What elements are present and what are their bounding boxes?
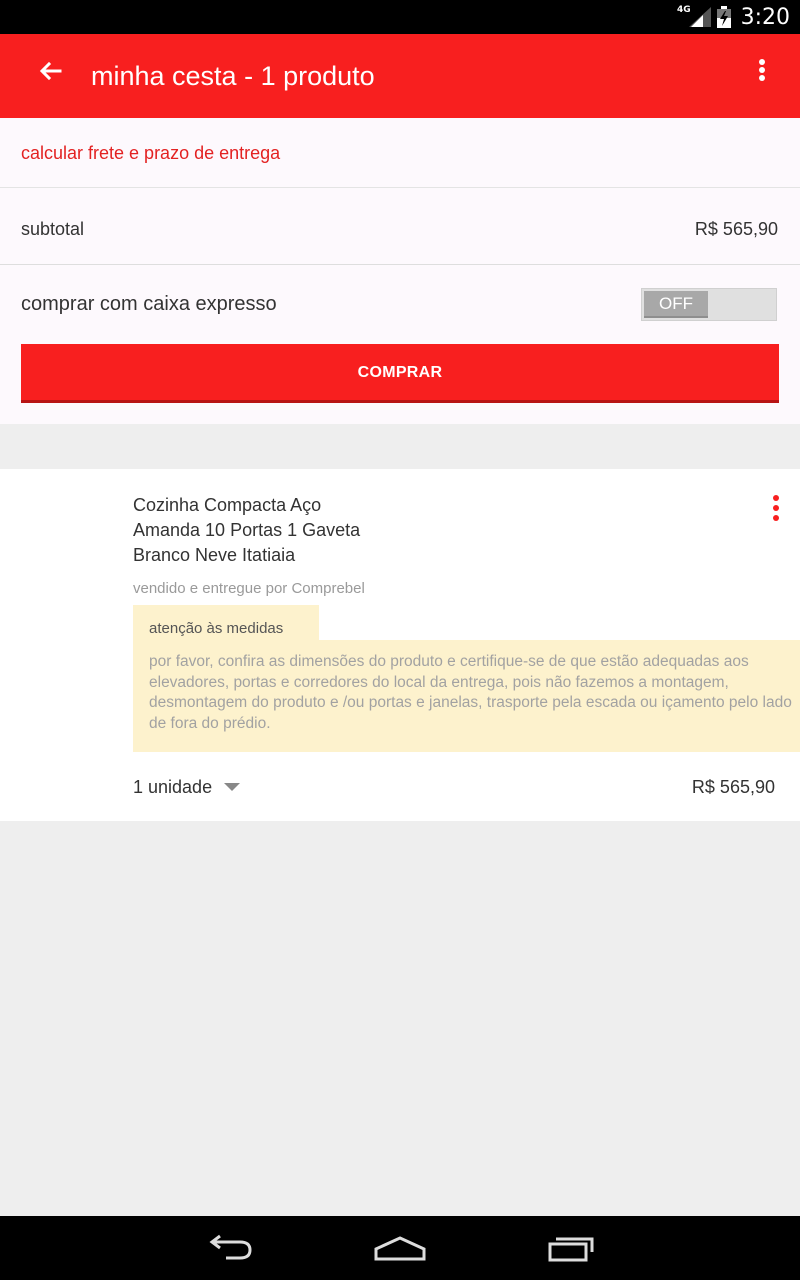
cart-item-card: Cozinha Compacta Aço Amanda 10 Portas 1 … [0, 469, 800, 821]
clock: 3:20 [740, 4, 790, 30]
page-title: minha cesta - 1 produto [91, 61, 375, 91]
system-nav-bar [0, 1216, 800, 1280]
app-bar: minha cesta - 1 produto [0, 34, 800, 118]
network-type-label: 4G [676, 5, 691, 15]
quantity-selector[interactable]: 1 unidade [133, 774, 241, 800]
product-name[interactable]: Cozinha Compacta Aço Amanda 10 Portas 1 … [133, 493, 693, 568]
more-vert-icon[interactable] [748, 56, 776, 88]
back-icon[interactable] [200, 1230, 260, 1266]
express-checkout-label: comprar com caixa expresso [21, 293, 277, 315]
recent-apps-icon[interactable] [540, 1230, 600, 1266]
seller-info: vendido e entregue por Comprebel [133, 580, 365, 597]
warning-box: por favor, confira as dimensões do produ… [133, 640, 800, 752]
product-name-line: Amanda 10 Portas 1 Gaveta [133, 520, 361, 540]
battery-icon [716, 6, 731, 28]
warning-text: por favor, confira as dimensões do produ… [149, 653, 792, 732]
subtotal-row: subtotal R$ 565,90 [0, 188, 800, 265]
express-checkout-row: comprar com caixa expresso OFF [0, 265, 800, 341]
freight-row[interactable]: calcular frete e prazo de entrega [0, 118, 800, 188]
home-icon[interactable] [370, 1230, 430, 1266]
item-more-vert-icon[interactable] [764, 493, 788, 527]
warning-title: atenção às medidas [149, 620, 284, 637]
product-name-line: Branco Neve Itatiaia [133, 545, 296, 565]
item-price: R$ 565,90 [691, 777, 775, 797]
toggle-state-label: OFF [644, 291, 708, 318]
status-bar: 4G 3:20 [0, 0, 800, 34]
cart-summary-panel: calcular frete e prazo de entrega subtot… [0, 118, 800, 424]
arrow-back-icon[interactable] [34, 56, 66, 88]
product-name-line: Cozinha Compacta Aço [133, 495, 322, 515]
freight-link[interactable]: calcular frete e prazo de entrega [21, 143, 280, 164]
subtotal-value: R$ 565,90 [694, 219, 778, 239]
buy-button[interactable]: COMPRAR [21, 344, 779, 403]
dropdown-arrow-icon [224, 783, 241, 791]
signal-icon [688, 7, 711, 27]
quantity-value: 1 unidade [133, 776, 213, 797]
warning-title-tab: atenção às medidas [133, 605, 319, 641]
express-checkout-toggle[interactable]: OFF [641, 288, 777, 321]
subtotal-label: subtotal [21, 219, 85, 239]
